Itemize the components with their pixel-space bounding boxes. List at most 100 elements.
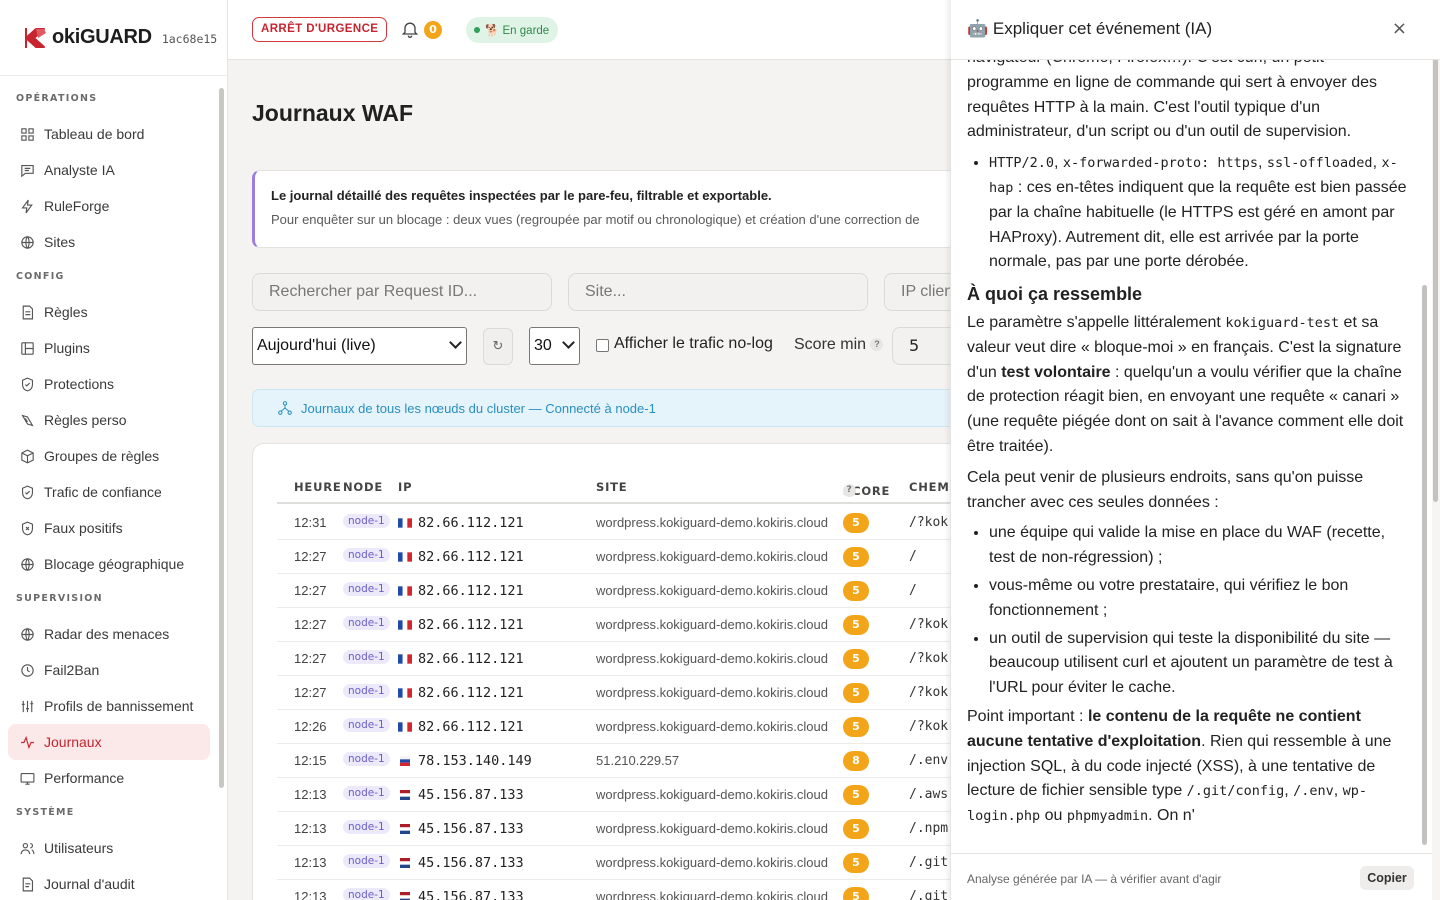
limit-select-value: 30 [534, 337, 552, 354]
table-row[interactable]: 12:13 node-1 45.156.87.133 wordpress.kokigu… [277, 812, 950, 846]
help-icon[interactable]: ? [843, 484, 856, 497]
list-item-text: : ces en-têtes indiquent que la requête … [989, 178, 1407, 271]
row-ip[interactable]: 78.153.140.149 [398, 753, 532, 769]
sidebar-item-journal-d-audit[interactable]: Journal d'audit [8, 866, 210, 900]
period-select[interactable]: Aujourd'hui (live) [252, 327, 467, 365]
score-badge: 5 [843, 819, 869, 839]
sidebar-item-analyste-ia[interactable]: Analyste IA [8, 152, 210, 188]
score-min-input[interactable]: 5 [892, 327, 950, 365]
close-icon[interactable]: × [1392, 18, 1407, 39]
sidebar-item-plugins[interactable]: Plugins [8, 330, 210, 366]
sidebar-item-journaux[interactable]: Journaux [8, 724, 210, 760]
sidebar-item-label: Radar des menaces [44, 626, 170, 642]
text-span: Le paramètre s'appelle littéralement [967, 313, 1226, 331]
request-id-search-input[interactable]: Rechercher par Request ID... [252, 273, 552, 311]
table-row[interactable]: 12:27 node-1 82.66.112.121 wordpress.kokigu… [277, 574, 950, 608]
sidebar-item-utilisateurs[interactable]: Utilisateurs [8, 830, 210, 866]
col-time[interactable]: HEURE [294, 480, 342, 494]
table-row[interactable]: 12:27 node-1 82.66.112.121 wordpress.kokigu… [277, 608, 950, 642]
sidebar-item-label: Groupes de règles [44, 448, 160, 464]
ai-explain-panel: 🤖 Expliquer cet événement (IA) × navigat… [951, 0, 1440, 900]
row-ip[interactable]: 45.156.87.133 [398, 821, 524, 837]
sidebar-item-protections[interactable]: Protections [8, 366, 210, 402]
site-filter-input[interactable]: Site... [568, 273, 868, 311]
nolog-checkbox[interactable] [596, 339, 609, 352]
sidebar-item-regles-perso[interactable]: Règles perso [8, 402, 210, 438]
page-scrollbar[interactable] [1433, 12, 1438, 502]
row-ip[interactable]: 45.156.87.133 [398, 787, 524, 803]
brand-name: okiGUARD [52, 26, 152, 48]
sidebar-item-ruleforge[interactable]: RuleForge [8, 188, 210, 224]
limit-select[interactable]: 30 [529, 327, 580, 365]
row-ip[interactable]: 45.156.87.133 [398, 889, 524, 900]
table-row[interactable]: 12:27 node-1 82.66.112.121 wordpress.kokigu… [277, 676, 950, 710]
row-ip[interactable]: 82.66.112.121 [398, 515, 524, 531]
brand-logo[interactable]: okiGUARD 1ac68e15 [0, 0, 227, 76]
sidebar-item-fail2ban[interactable]: Fail2Ban [8, 652, 210, 688]
table-row[interactable]: 12:15 node-1 78.153.140.149 51.210.229.57 8 /… [277, 744, 950, 778]
row-ip[interactable]: 82.66.112.121 [398, 685, 524, 701]
panel-header: 🤖 Expliquer cet événement (IA) × [951, 0, 1440, 60]
dashboard-icon [18, 125, 36, 143]
sidebar-item-performance[interactable]: Performance [8, 760, 210, 796]
table-row[interactable]: 12:31 node-1 82.66.112.121 wordpress.kokigu… [277, 506, 950, 540]
sidebar-item-profils-de-bannissement[interactable]: Profils de bannissement [8, 688, 210, 724]
fr-flag-icon [398, 583, 418, 599]
row-path: / [909, 583, 917, 598]
row-path: /.aws [909, 787, 949, 802]
row-ip[interactable]: 45.156.87.133 [398, 855, 524, 871]
help-icon[interactable]: ? [870, 338, 884, 352]
audit-icon [18, 875, 36, 893]
col-node[interactable]: NODE [343, 480, 383, 494]
score-badge: 5 [843, 547, 869, 567]
score-badge: 5 [843, 683, 869, 703]
node-badge: node-1 [343, 650, 390, 664]
row-ip[interactable]: 82.66.112.121 [398, 549, 524, 565]
sidebar-item-label: Performance [44, 770, 125, 786]
cluster-banner: Journaux de tous les nœuds du cluster — … [252, 389, 950, 427]
intro-text: Pour enquêter sur un blocage : deux vues… [271, 212, 920, 227]
row-time: 12:27 [294, 617, 327, 632]
table-row[interactable]: 12:13 node-1 45.156.87.133 wordpress.kokigu… [277, 778, 950, 812]
chat-icon [18, 161, 36, 179]
client-ip-filter-input[interactable]: IP client [884, 273, 950, 311]
refresh-button[interactable]: ↻ [483, 328, 513, 365]
text-span: . On n' [1148, 807, 1195, 825]
table-row[interactable]: 12:27 node-1 82.66.112.121 wordpress.kokigu… [277, 642, 950, 676]
section-heading: À quoi ça ressemble [967, 284, 1143, 305]
sidebar-item-radar-des-menaces[interactable]: Radar des menaces [8, 616, 210, 652]
row-ip[interactable]: 82.66.112.121 [398, 617, 524, 633]
sidebar-item-blocage-geographique[interactable]: Blocage géographique [8, 546, 210, 582]
row-ip[interactable]: 82.66.112.121 [398, 719, 524, 735]
sidebar-item-trafic-de-confiance[interactable]: Trafic de confiance [8, 474, 210, 510]
copy-button[interactable]: Copier [1360, 866, 1414, 890]
shield-check-icon [18, 375, 36, 393]
table-row[interactable]: 12:26 node-1 82.66.112.121 wordpress.kokigu… [277, 710, 950, 744]
node-badge: node-1 [343, 514, 390, 528]
panel-paragraph: navigateur (Chrome, Firefox…). C'est cur… [967, 60, 1377, 141]
row-path: /?kok [909, 617, 949, 632]
bell-icon[interactable] [400, 19, 420, 43]
col-ip[interactable]: IP [398, 480, 412, 494]
col-site[interactable]: SITE [596, 480, 627, 494]
node-badge: node-1 [343, 888, 390, 900]
sidebar-item-regles[interactable]: Règles [8, 294, 210, 330]
sidebar-item-groupes-de-regles[interactable]: Groupes de règles [8, 438, 210, 474]
fr-flag-icon [398, 719, 418, 735]
table-row[interactable]: 12:27 node-1 82.66.112.121 wordpress.kokigu… [277, 540, 950, 574]
sidebar-item-label: Trafic de confiance [44, 484, 162, 500]
row-ip[interactable]: 82.66.112.121 [398, 651, 524, 667]
table-row[interactable]: 12:13 node-1 45.156.87.133 wordpress.kokigu… [277, 846, 950, 880]
panel-scrollbar[interactable] [1422, 285, 1427, 845]
sidebar-item-sites[interactable]: Sites [8, 224, 210, 260]
panel-body[interactable]: navigateur (Chrome, Firefox…). C'est cur… [967, 60, 1407, 853]
sidebar-item-tableau-de-bord[interactable]: Tableau de bord [8, 116, 210, 152]
sidebar-item-faux-positifs[interactable]: Faux positifs [8, 510, 210, 546]
nolog-label[interactable]: Afficher le trafic no-log [614, 335, 773, 353]
sidebar-item-label: Règles [44, 304, 88, 320]
table-row[interactable]: 12:13 node-1 45.156.87.133 wordpress.kokigu… [277, 880, 950, 900]
row-ip[interactable]: 82.66.112.121 [398, 583, 524, 599]
fr-flag-icon [398, 617, 418, 633]
emergency-stop-button[interactable]: ARRÊT D'URGENCE [252, 17, 388, 42]
sidebar-scrollbar[interactable] [219, 88, 224, 788]
